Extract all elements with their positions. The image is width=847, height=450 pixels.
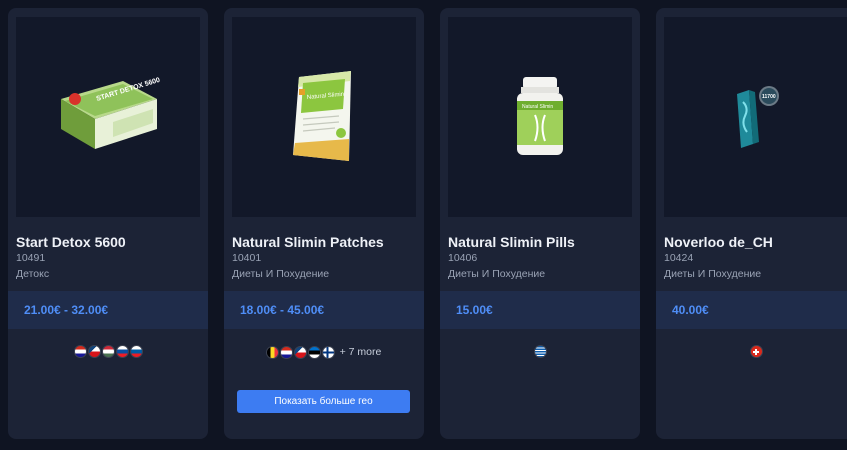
product-code: 10491 — [16, 252, 46, 264]
price-band: 18.00€ - 45.00€ — [224, 291, 424, 329]
product-card[interactable]: Natural Slimin Natural Slimin Patches 10… — [224, 8, 424, 439]
detox-box-icon: START DETOX 5600 — [61, 77, 161, 149]
product-title[interactable]: Natural Slimin Patches — [232, 234, 384, 250]
tube-package-icon: 11700 — [737, 86, 779, 148]
czech-flag-icon — [294, 346, 306, 358]
croatia-flag-icon — [280, 346, 292, 358]
slovakia-flag-icon — [116, 346, 128, 357]
geo-flags — [656, 346, 847, 357]
estonia-flag-icon — [308, 346, 320, 358]
croatia-flag-icon — [74, 346, 86, 357]
geo-flags — [8, 346, 208, 357]
product-code: 10406 — [448, 252, 478, 264]
more-geo-count: + 7 more — [339, 346, 382, 358]
product-code: 10401 — [232, 252, 262, 264]
product-image[interactable]: Natural Slimin — [448, 17, 632, 217]
product-image[interactable]: Natural Slimin — [232, 17, 416, 217]
product-image[interactable]: 11700 — [664, 17, 847, 217]
product-title[interactable]: Noverloo de_CH — [664, 234, 773, 250]
product-title[interactable]: Natural Slimin Pills — [448, 234, 575, 250]
show-more-geo-button[interactable]: Показать больше гео — [237, 390, 410, 413]
belgium-flag-icon — [266, 346, 278, 358]
product-category: Диеты И Похудение — [448, 268, 546, 280]
product-card[interactable]: START DETOX 5600 Start Detox 5600 10491 … — [8, 8, 208, 439]
switzerland-flag-icon — [750, 346, 762, 357]
product-price: 40.00€ — [672, 303, 709, 317]
product-price: 18.00€ - 45.00€ — [240, 303, 325, 317]
product-grid: START DETOX 5600 Start Detox 5600 10491 … — [0, 0, 847, 450]
price-band: 21.00€ - 32.00€ — [8, 291, 208, 329]
czech-flag-icon — [88, 346, 100, 357]
slovenia-flag-icon — [130, 346, 142, 357]
geo-flags — [440, 346, 640, 357]
product-category: Диеты И Похудение — [232, 268, 330, 280]
product-title[interactable]: Start Detox 5600 — [16, 234, 126, 250]
hungary-flag-icon — [102, 346, 114, 357]
svg-text:Natural Slimin: Natural Slimin — [522, 104, 553, 110]
product-card[interactable]: Natural Slimin Natural Slimin Pills 1040… — [440, 8, 640, 439]
finland-flag-icon — [322, 346, 334, 358]
price-band: 15.00€ — [440, 291, 640, 329]
product-price: 21.00€ - 32.00€ — [24, 303, 109, 317]
product-price: 15.00€ — [456, 303, 493, 317]
product-card[interactable]: 11700 Noverloo de_CH 10424 Диеты И Похуд… — [656, 8, 847, 439]
svg-text:11700: 11700 — [762, 94, 776, 100]
product-code: 10424 — [664, 252, 694, 264]
product-category: Диеты И Похудение — [664, 268, 762, 280]
product-category: Детокс — [16, 268, 50, 280]
price-band: 40.00€ — [656, 291, 847, 329]
pill-bottle-icon: Natural Slimin — [517, 77, 563, 155]
patches-pack-icon: Natural Slimin — [293, 71, 351, 161]
geo-flags: + 7 more — [224, 346, 424, 358]
greece-flag-icon — [534, 346, 546, 357]
product-image[interactable]: START DETOX 5600 — [16, 17, 200, 217]
